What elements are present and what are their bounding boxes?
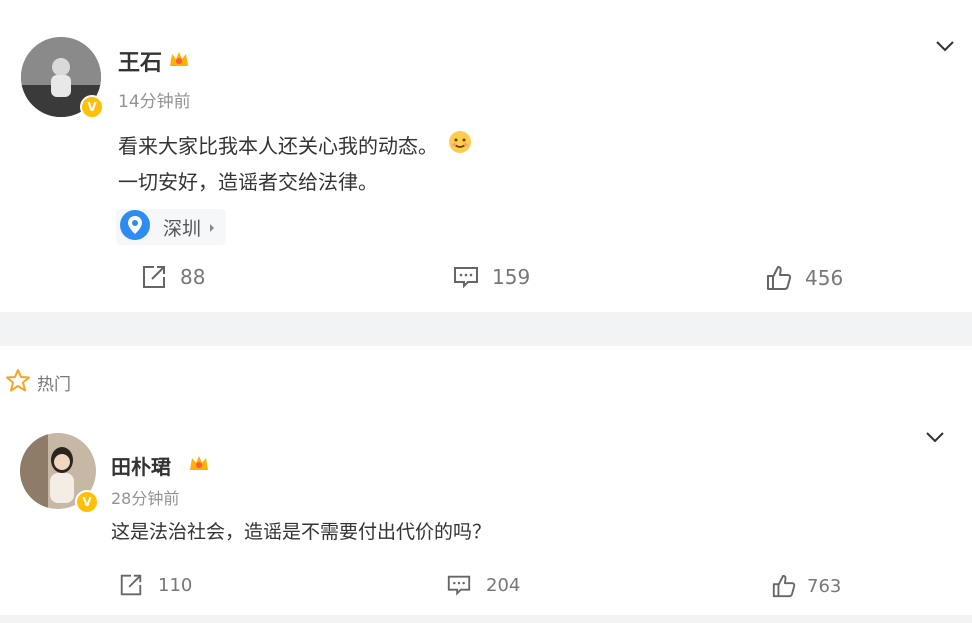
comment-count: 204 bbox=[486, 574, 521, 596]
comment-icon bbox=[446, 572, 472, 598]
commenter-name[interactable]: 田朴珺 bbox=[111, 451, 171, 480]
post-text-line-2: 一切安好，造谣者交给法律。 bbox=[118, 170, 378, 194]
post-author-name[interactable]: 王石 bbox=[118, 45, 162, 77]
smile-emoji-icon bbox=[448, 130, 472, 159]
like-button[interactable]: 456 bbox=[765, 264, 843, 292]
location-pin-icon bbox=[119, 209, 151, 245]
crown-icon bbox=[167, 47, 191, 75]
comment-repost-button[interactable]: 110 bbox=[118, 572, 192, 598]
post-text: 看来大家比我本人还关心我的动态。 bbox=[118, 134, 438, 158]
hot-section-header: 热门 bbox=[5, 368, 71, 396]
comment-like-button[interactable]: 763 bbox=[771, 573, 841, 599]
comment-button[interactable]: 159 bbox=[452, 263, 530, 291]
thumbs-up-icon bbox=[771, 573, 797, 599]
comment-time: 28分钟前 bbox=[111, 489, 180, 508]
star-icon bbox=[5, 368, 31, 396]
location-tag[interactable]: 深圳 bbox=[116, 209, 226, 245]
section-divider bbox=[0, 312, 972, 346]
repost-icon bbox=[140, 263, 168, 291]
comment-text: 这是法治社会，造谣是不需要付出代价的吗？ bbox=[111, 521, 492, 543]
repost-button[interactable]: 88 bbox=[140, 263, 205, 291]
like-count: 763 bbox=[807, 575, 842, 597]
crown-icon bbox=[187, 451, 211, 479]
verified-badge-icon: V bbox=[80, 95, 104, 119]
repost-icon bbox=[118, 572, 144, 598]
post-text-line-1: 看来大家比我本人还关心我的动态。 bbox=[118, 130, 472, 159]
comment-reply-button[interactable]: 204 bbox=[446, 572, 520, 598]
bottom-divider bbox=[0, 615, 972, 623]
post-time: 14分钟前 bbox=[118, 92, 191, 112]
thumbs-up-icon bbox=[765, 264, 793, 292]
caret-right-icon bbox=[209, 218, 215, 237]
like-count: 456 bbox=[805, 266, 844, 290]
comment-menu-chevron-down-icon[interactable] bbox=[924, 429, 946, 449]
hot-label: 热门 bbox=[37, 374, 71, 395]
comment-icon bbox=[452, 263, 480, 291]
repost-count: 88 bbox=[180, 265, 206, 289]
location-label: 深圳 bbox=[163, 217, 202, 240]
post-menu-chevron-down-icon[interactable] bbox=[934, 38, 956, 58]
repost-count: 110 bbox=[158, 574, 193, 596]
verified-badge-icon: V bbox=[75, 490, 99, 514]
comment-count: 159 bbox=[492, 265, 531, 289]
